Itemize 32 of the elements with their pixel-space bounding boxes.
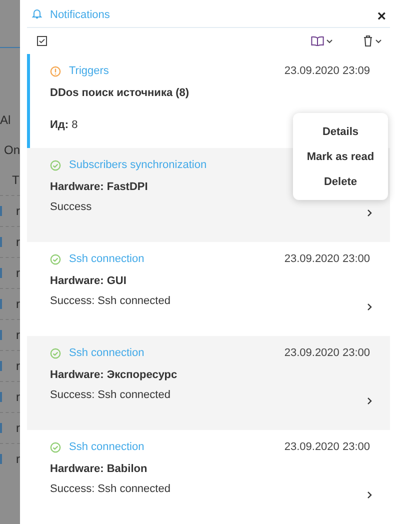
notification-detail: Success: Ssh connected: [50, 389, 172, 401]
notification-title: Hardware: GUI: [50, 275, 126, 287]
background-text: r: [16, 266, 20, 280]
background-text: r: [16, 452, 20, 466]
background-text: r: [16, 359, 20, 373]
notification-title: DDos поиск источника (8): [50, 87, 190, 99]
background-text: T: [12, 173, 20, 187]
notification-detail: Ид: 8: [50, 119, 79, 131]
notification-detail: Success: Ssh connected: [50, 295, 172, 307]
notification-title: Hardware: Экспоресурс: [50, 369, 178, 381]
notification-title: Hardware: Babilon: [50, 463, 148, 475]
notification-date: 23.09.2020 23:00: [284, 253, 370, 265]
notification-category: Ssh connection: [69, 347, 146, 359]
background-text: r: [16, 421, 20, 435]
notification-category: Ssh connection: [69, 253, 146, 265]
background-text: r: [16, 390, 20, 404]
notification-detail: Success: Ssh connected: [50, 483, 172, 495]
notification-detail: Success: [50, 201, 93, 213]
notification-category: Ssh connection: [69, 441, 146, 453]
notification-date: 23.09.2020 23:09: [284, 65, 370, 77]
panel-title: Notifications: [50, 8, 111, 21]
background-text: On: [4, 143, 20, 157]
notification-category: Triggers: [69, 65, 110, 77]
background-text: r: [16, 328, 20, 342]
notification-date: 23.09.2020 23:00: [284, 441, 370, 453]
notification-title: Hardware: FastDPI: [50, 181, 148, 193]
notification-date: 23.09.2020 23:00: [284, 347, 370, 359]
notification-category: Subscribers synchronization: [69, 159, 208, 171]
background-text: r: [16, 235, 20, 249]
background-text: r: [16, 204, 20, 218]
background-text: Al: [0, 113, 11, 127]
background-text: r: [16, 297, 20, 311]
